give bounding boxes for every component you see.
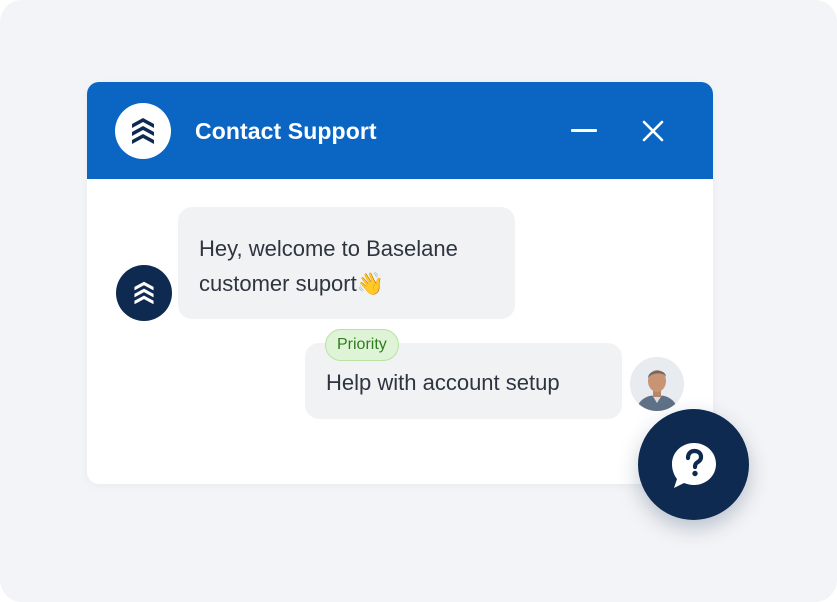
chat-title: Contact Support <box>195 118 377 144</box>
question-chat-icon <box>671 442 716 488</box>
priority-badge: Priority <box>325 329 399 361</box>
chat-header: Contact Support <box>87 82 713 179</box>
bot-avatar <box>116 265 172 321</box>
user-message-text: Help with account setup <box>326 370 560 395</box>
chat-window: Contact Support Hey, welcome to Baselane… <box>87 82 713 484</box>
bot-message-bubble: Hey, welcome to Baselane customer suport… <box>178 207 515 319</box>
bot-message-line: Hey, welcome to Baselane <box>199 236 458 261</box>
user-avatar <box>630 357 684 411</box>
baselane-logo <box>115 103 171 159</box>
user-photo <box>630 357 684 411</box>
page-background: Contact Support Hey, welcome to Baselane… <box>0 0 837 602</box>
baselane-chevrons-icon <box>134 281 154 305</box>
baselane-chevrons-icon <box>132 118 154 144</box>
bot-message-line: customer suport👋 <box>199 271 385 296</box>
help-chat-button[interactable] <box>638 409 749 520</box>
close-icon <box>642 120 664 142</box>
minimize-icon <box>571 129 597 132</box>
minimize-button[interactable] <box>566 113 602 149</box>
close-button[interactable] <box>635 113 671 149</box>
